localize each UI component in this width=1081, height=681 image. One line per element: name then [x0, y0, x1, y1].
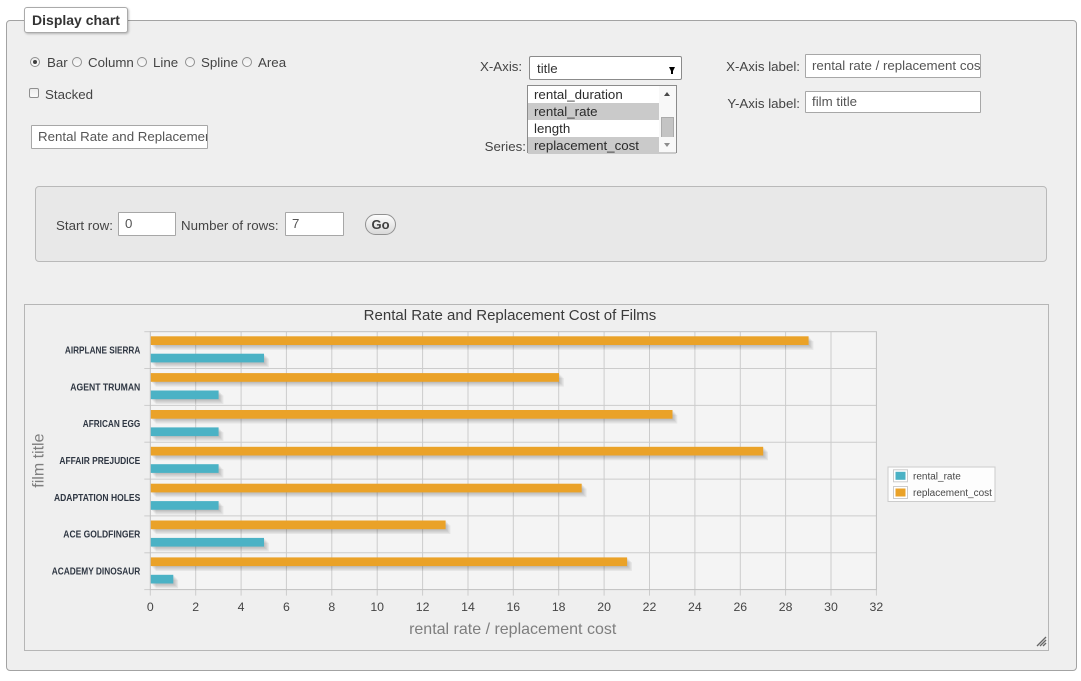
- svg-text:4: 4: [238, 600, 245, 614]
- svg-text:10: 10: [370, 600, 384, 614]
- svg-text:26: 26: [733, 600, 747, 614]
- svg-text:32: 32: [870, 600, 884, 614]
- svg-text:14: 14: [461, 600, 475, 614]
- svg-text:8: 8: [328, 600, 335, 614]
- svg-text:ADAPTATION HOLES: ADAPTATION HOLES: [54, 493, 141, 504]
- svg-text:22: 22: [643, 600, 657, 614]
- svg-text:6: 6: [283, 600, 290, 614]
- svg-text:24: 24: [688, 600, 702, 614]
- svg-text:AFRICAN EGG: AFRICAN EGG: [83, 419, 141, 430]
- svg-text:replacement_cost: replacement_cost: [913, 488, 992, 499]
- svg-text:12: 12: [416, 600, 430, 614]
- svg-text:28: 28: [779, 600, 793, 614]
- svg-text:ACADEMY DINOSAUR: ACADEMY DINOSAUR: [52, 567, 141, 578]
- svg-text:AFFAIR PREJUDICE: AFFAIR PREJUDICE: [59, 456, 140, 467]
- svg-text:AGENT TRUMAN: AGENT TRUMAN: [70, 382, 140, 393]
- svg-text:20: 20: [597, 600, 611, 614]
- svg-text:rental rate / replacement cost: rental rate / replacement cost: [409, 621, 617, 638]
- svg-text:16: 16: [506, 600, 520, 614]
- svg-text:30: 30: [824, 600, 838, 614]
- svg-text:18: 18: [552, 600, 566, 614]
- svg-text:Rental Rate and Replacement Co: Rental Rate and Replacement Cost of Film…: [364, 307, 657, 324]
- svg-text:0: 0: [147, 600, 154, 614]
- svg-text:AIRPLANE SIERRA: AIRPLANE SIERRA: [65, 346, 140, 357]
- svg-text:2: 2: [192, 600, 199, 614]
- svg-text:ACE GOLDFINGER: ACE GOLDFINGER: [63, 530, 141, 541]
- svg-text:film title: film title: [31, 433, 48, 487]
- svg-text:rental_rate: rental_rate: [913, 471, 961, 482]
